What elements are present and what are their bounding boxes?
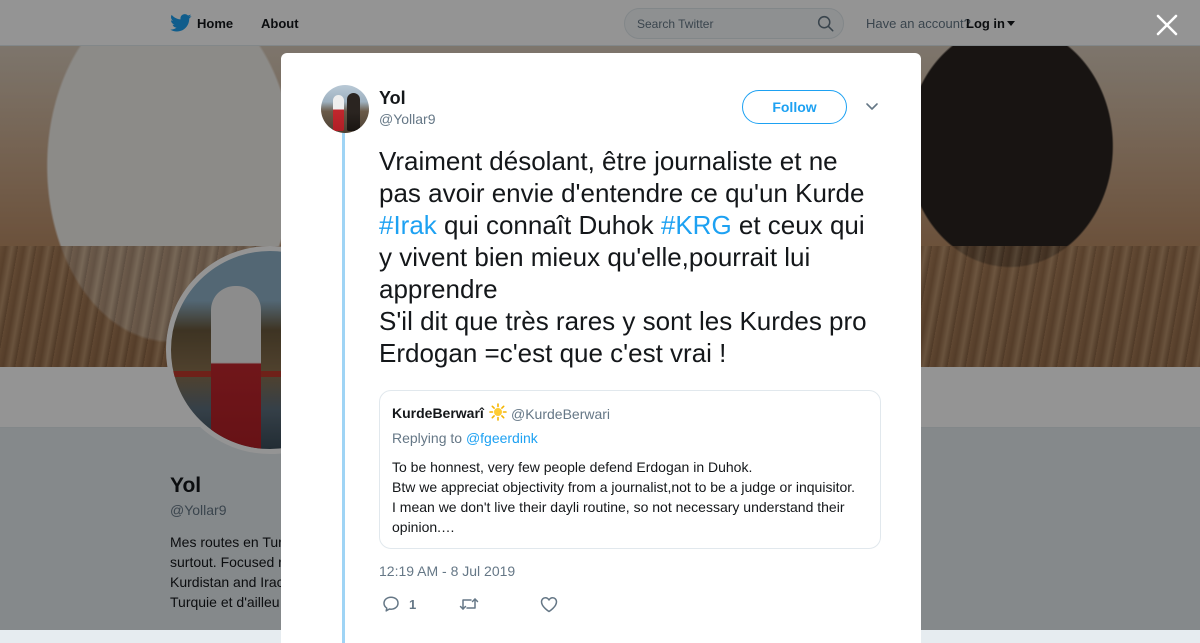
hashtag-krg-link[interactable]: #KRG <box>661 210 732 240</box>
quote-line: I mean we don't live their dayli routine… <box>392 499 845 535</box>
replying-prefix: Replying to <box>392 430 463 446</box>
tweet-text-segment: Vraiment désolant, être journaliste et n… <box>379 146 865 208</box>
chevron-down-icon[interactable] <box>865 101 879 113</box>
thread-line <box>342 133 345 643</box>
quote-line: To be honnest, very few people defend Er… <box>392 459 753 475</box>
quote-replying-to: Replying to @fgeerdink <box>392 430 538 446</box>
avatar-figure-left <box>333 95 344 131</box>
reply-count: 1 <box>409 597 417 612</box>
tweet-text: Vraiment désolant, être journaliste et n… <box>379 145 884 369</box>
author-avatar[interactable] <box>321 85 369 133</box>
reply-icon[interactable] <box>382 595 400 613</box>
quoted-tweet[interactable]: KurdeBerwarî @KurdeBerwari Replying to @… <box>379 390 881 549</box>
quote-line: Btw we appreciat objectivity from a jour… <box>392 479 856 495</box>
tweet-text-segment: S'il dit que très rares y sont les Kurde… <box>379 306 867 368</box>
author-handle[interactable]: @Yollar9 <box>379 111 436 127</box>
retweet-icon[interactable] <box>459 596 479 612</box>
sun-emoji-icon <box>489 403 507 421</box>
author-name[interactable]: Yol <box>379 88 406 109</box>
follow-button[interactable]: Follow <box>742 90 847 124</box>
like-icon[interactable] <box>540 596 558 613</box>
avatar-figure-right <box>347 93 360 131</box>
quote-author-handle: @KurdeBerwari <box>511 406 611 422</box>
quote-text: To be honnest, very few people defend Er… <box>392 457 872 537</box>
hashtag-irak-link[interactable]: #Irak <box>379 210 437 240</box>
tweet-text-segment: qui connaît Duhok <box>436 210 661 240</box>
replying-to-link[interactable]: @fgeerdink <box>466 430 538 446</box>
tweet-timestamp[interactable]: 12:19 AM - 8 Jul 2019 <box>379 563 515 579</box>
quote-author-name: KurdeBerwarî <box>392 405 484 421</box>
tweet-modal: Yol @Yollar9 Follow Vraiment désolant, ê… <box>281 53 921 643</box>
close-icon[interactable] <box>1154 12 1180 38</box>
